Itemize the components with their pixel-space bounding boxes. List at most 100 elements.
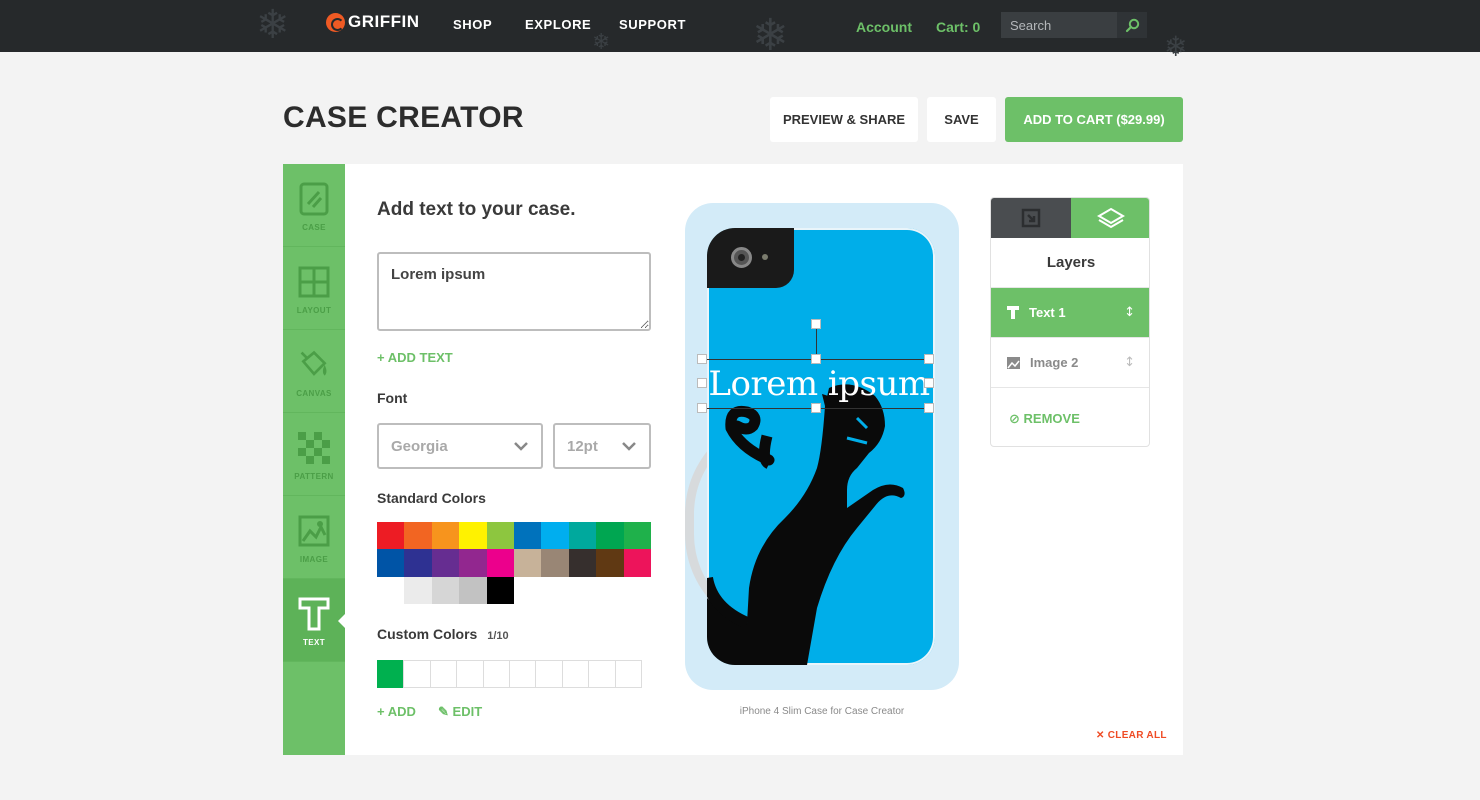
layer-name: Text 1 [1029, 305, 1066, 320]
image-icon [298, 515, 330, 547]
color-swatch[interactable] [568, 549, 597, 577]
color-swatch[interactable] [623, 522, 651, 550]
case-creator-panel: CASE LAYOUT CANVAS PATTERN IMAGE TEXT Ad… [283, 164, 1183, 755]
color-swatch[interactable] [377, 576, 405, 605]
empty-custom-color-slot[interactable] [482, 660, 510, 688]
empty-custom-color-slot[interactable] [403, 660, 431, 688]
color-swatch[interactable] [486, 522, 514, 550]
tab-arrange[interactable] [991, 198, 1071, 238]
drag-handle-icon[interactable]: ↕ [1124, 355, 1135, 370]
add-custom-color-link[interactable]: + ADD [377, 704, 416, 719]
sidebar-item-image[interactable]: IMAGE [283, 496, 345, 579]
empty-custom-color-slot[interactable] [456, 660, 484, 688]
color-swatch[interactable] [377, 549, 405, 577]
layer-item-text-1[interactable]: Text 1 ↕ [991, 288, 1149, 338]
tool-sidebar: CASE LAYOUT CANVAS PATTERN IMAGE TEXT [283, 164, 345, 755]
clear-all-button[interactable]: ✕ CLEAR ALL [1096, 730, 1167, 741]
sidebar-item-case[interactable]: CASE [283, 164, 345, 247]
empty-custom-color-slot[interactable] [614, 660, 642, 688]
font-family-value: Georgia [391, 437, 448, 455]
active-tab-pointer [338, 614, 345, 628]
text-icon [298, 597, 330, 631]
griffin-logo[interactable]: GRIFFIN [326, 12, 420, 32]
sidebar-item-pattern[interactable]: PATTERN [283, 413, 345, 496]
color-swatch[interactable] [459, 549, 487, 577]
nav-shop-link[interactable]: SHOP [453, 17, 492, 32]
color-swatch[interactable] [596, 549, 624, 577]
color-swatch[interactable] [404, 522, 432, 550]
resize-handle-bottom-right[interactable] [924, 403, 934, 413]
account-link[interactable]: Account [856, 19, 912, 35]
sidebar-item-layout[interactable]: LAYOUT [283, 247, 345, 330]
resize-handle-left[interactable] [697, 378, 707, 388]
font-size-select[interactable]: 12pt [553, 423, 651, 469]
nav-support-link[interactable]: SUPPORT [619, 17, 686, 32]
color-swatch[interactable] [431, 522, 460, 550]
color-swatch[interactable] [459, 576, 487, 605]
case-caption: iPhone 4 Slim Case for Case Creator [739, 706, 905, 717]
add-text-link[interactable]: + ADD TEXT [377, 350, 453, 365]
search-button[interactable] [1117, 12, 1147, 38]
snowflake-decoration-icon: ❄ [256, 2, 290, 48]
empty-custom-color-slot[interactable] [535, 660, 563, 688]
text-content-input[interactable]: Lorem ipsum [377, 252, 651, 331]
clear-all-label: CLEAR ALL [1107, 730, 1167, 741]
color-swatch[interactable] [541, 522, 569, 550]
empty-custom-color-slot[interactable] [561, 660, 590, 688]
edit-custom-colors-label: EDIT [452, 704, 483, 719]
resize-handle-top-right[interactable] [924, 354, 934, 364]
remove-icon: ⊘ [1009, 412, 1020, 427]
sidebar-item-canvas[interactable]: CANVAS [283, 330, 345, 413]
empty-custom-color-slot[interactable] [588, 660, 616, 688]
case-icon [298, 182, 330, 216]
sidebar-item-label: CASE [302, 223, 326, 232]
color-swatch[interactable] [486, 576, 514, 605]
color-swatch[interactable] [596, 522, 624, 550]
rotate-handle[interactable] [811, 319, 821, 329]
griffin-logo-icon [326, 12, 345, 32]
cart-link[interactable]: Cart: 0 [936, 19, 980, 35]
color-swatch[interactable] [459, 522, 487, 550]
add-text-label: ADD TEXT [387, 350, 453, 365]
color-swatch[interactable] [431, 576, 460, 605]
search-box [1001, 12, 1147, 38]
add-to-cart-button[interactable]: ADD TO CART ($29.99) [1005, 97, 1183, 142]
color-swatch[interactable] [431, 549, 460, 577]
remove-layer-button[interactable]: ⊘ REMOVE [1009, 411, 1080, 427]
resize-handle-right[interactable] [924, 378, 934, 388]
search-input[interactable] [1001, 12, 1117, 38]
edit-custom-colors-link[interactable]: ✎ EDIT [438, 704, 482, 720]
phone-case-canvas[interactable] [707, 228, 935, 665]
case-design-text[interactable]: Lorem ipsum [703, 364, 935, 404]
empty-custom-color-slot[interactable] [429, 660, 458, 688]
color-swatch[interactable] [568, 522, 597, 550]
color-swatch[interactable] [623, 549, 651, 577]
color-swatch[interactable] [404, 549, 432, 577]
chevron-down-icon [514, 442, 528, 451]
resize-handle-top-left[interactable] [697, 354, 707, 364]
color-swatch[interactable] [404, 576, 432, 605]
resize-handle-bottom-left[interactable] [697, 403, 707, 413]
color-swatch[interactable] [514, 522, 542, 550]
drag-handle-icon[interactable]: ↕ [1124, 305, 1135, 320]
color-swatch[interactable] [541, 549, 569, 577]
nav-explore-link[interactable]: EXPLORE [525, 17, 591, 32]
sidebar-item-text[interactable]: TEXT [283, 579, 345, 662]
resize-handle-bottom[interactable] [811, 403, 821, 413]
color-swatch[interactable] [514, 549, 542, 577]
tab-layers[interactable] [1071, 198, 1149, 238]
paint-bucket-icon [298, 349, 330, 381]
custom-color-swatch[interactable] [377, 660, 405, 688]
arrange-icon [1021, 208, 1041, 228]
empty-custom-color-slot[interactable] [508, 660, 537, 688]
resize-handle-top[interactable] [811, 354, 821, 364]
snowflake-decoration-icon: ❄ [752, 10, 789, 61]
color-swatch[interactable] [486, 549, 514, 577]
custom-colors-heading: Custom Colors 1/10 [377, 626, 509, 642]
add-custom-color-label: ADD [387, 704, 416, 719]
save-button[interactable]: SAVE [927, 97, 996, 142]
layer-item-image-2[interactable]: Image 2 ↕ [991, 338, 1149, 388]
font-family-select[interactable]: Georgia [377, 423, 543, 469]
preview-share-button[interactable]: PREVIEW & SHARE [770, 97, 918, 142]
color-swatch[interactable] [377, 522, 405, 550]
